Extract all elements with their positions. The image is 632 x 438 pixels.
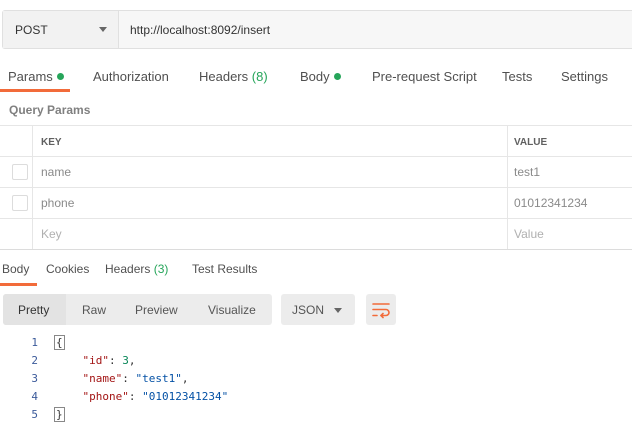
- table-row: phone 01012341234: [0, 187, 632, 218]
- headers-count: (8): [251, 69, 268, 84]
- wrap-lines-icon: [372, 303, 390, 319]
- param-key[interactable]: phone: [41, 196, 74, 210]
- tab-headers[interactable]: Headers (8): [199, 69, 268, 84]
- response-tabs: Body Cookies Headers (3) Test Results: [0, 256, 632, 286]
- code-line: 5 }: [0, 407, 632, 426]
- method-select[interactable]: POST: [3, 11, 119, 48]
- visualize-button[interactable]: Visualize: [208, 303, 256, 317]
- tab-params[interactable]: Params: [8, 69, 64, 84]
- line-number: 4: [31, 390, 38, 403]
- tab-body[interactable]: Body: [300, 69, 341, 84]
- json-key: "name": [82, 372, 123, 385]
- code-line: 4 "phone": "01012341234": [0, 390, 632, 408]
- json-key: "phone": [82, 390, 129, 403]
- wrap-lines-button[interactable]: [366, 294, 396, 325]
- key-column-header: KEY: [41, 137, 62, 148]
- line-number: 1: [31, 336, 38, 349]
- query-params-title: Query Params: [9, 103, 91, 117]
- tab-authorization[interactable]: Authorization: [93, 69, 169, 84]
- row-checkbox[interactable]: [12, 195, 28, 211]
- view-mode-group: Pretty Raw Preview Visualize: [3, 294, 272, 325]
- param-value[interactable]: 01012341234: [514, 196, 587, 210]
- divider: [0, 249, 632, 250]
- chevron-down-icon: [334, 308, 342, 313]
- tab-pre-request-script[interactable]: Pre-request Script: [372, 69, 477, 84]
- tab-tests[interactable]: Tests: [502, 69, 532, 84]
- json-value: 3: [122, 354, 129, 367]
- value-column-header: VALUE: [514, 137, 548, 148]
- tab-settings[interactable]: Settings: [561, 69, 608, 84]
- table-header: KEY VALUE: [0, 125, 632, 156]
- json-value: "01012341234": [142, 390, 229, 403]
- line-number: 2: [31, 354, 38, 367]
- code-line: 1 {: [0, 335, 632, 354]
- response-tab-test-results[interactable]: Test Results: [192, 262, 257, 276]
- url-text: http://localhost:8092/insert: [130, 23, 271, 37]
- tab-active-underline: [0, 89, 70, 92]
- format-label: JSON: [292, 303, 325, 317]
- response-tab-headers[interactable]: Headers (3): [105, 262, 168, 276]
- table-row-new: Key Value: [0, 218, 632, 249]
- body-indicator-dot: [333, 73, 341, 80]
- table-row: name test1: [0, 156, 632, 187]
- line-number: 5: [31, 408, 38, 421]
- pretty-button[interactable]: Pretty: [18, 303, 49, 317]
- param-value[interactable]: test1: [514, 165, 540, 179]
- method-label: POST: [15, 23, 48, 37]
- url-input[interactable]: http://localhost:8092/insert: [120, 11, 632, 48]
- response-tab-underline: [0, 283, 37, 286]
- response-tab-body[interactable]: Body: [2, 262, 29, 276]
- open-brace: {: [54, 335, 65, 350]
- row-checkbox[interactable]: [12, 164, 28, 180]
- raw-button[interactable]: Raw: [82, 303, 106, 317]
- json-key: "id": [82, 354, 110, 367]
- code-line: 2 "id": 3,: [0, 354, 632, 372]
- json-value: "test1": [135, 372, 182, 385]
- format-select[interactable]: JSON: [281, 294, 355, 325]
- new-key-input[interactable]: Key: [41, 227, 62, 241]
- preview-button[interactable]: Preview: [135, 303, 178, 317]
- line-number: 3: [31, 372, 38, 385]
- chevron-down-icon: [99, 27, 107, 32]
- code-line: 3 "name": "test1",: [0, 372, 632, 390]
- close-brace: }: [54, 407, 65, 422]
- response-tab-cookies[interactable]: Cookies: [46, 262, 89, 276]
- request-tabs: Params Authorization Headers (8) Body Pr…: [0, 62, 632, 92]
- new-value-input[interactable]: Value: [514, 227, 544, 241]
- response-headers-count: (3): [153, 262, 169, 276]
- params-indicator-dot: [56, 73, 64, 80]
- param-key[interactable]: name: [41, 165, 71, 179]
- request-bar: POST http://localhost:8092/insert: [2, 10, 632, 49]
